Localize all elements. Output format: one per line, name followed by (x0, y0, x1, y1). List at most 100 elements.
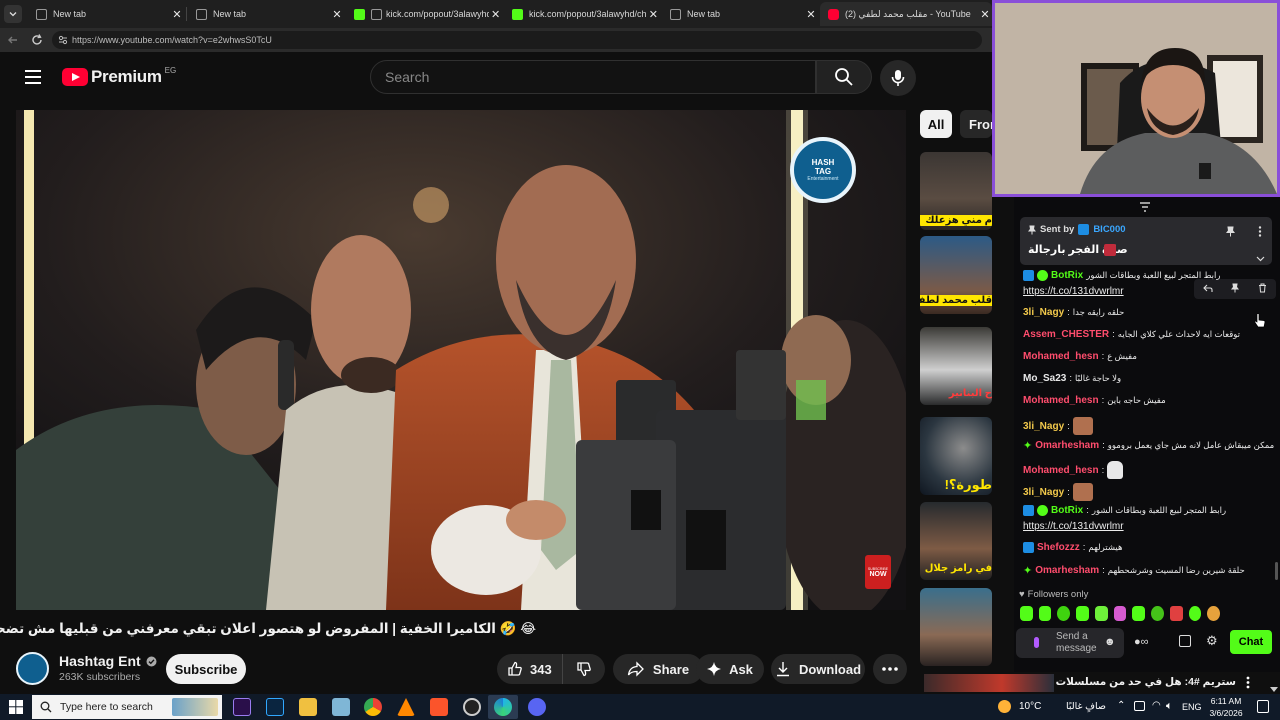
chip-from[interactable]: From (960, 110, 992, 138)
emote-icon[interactable] (1188, 606, 1202, 621)
site-info-icon[interactable] (58, 35, 68, 45)
close-icon[interactable]: ✕ (489, 8, 502, 21)
chat-scrollbar[interactable] (1275, 562, 1278, 580)
chrome-icon[interactable] (364, 698, 382, 716)
share-button[interactable]: Share (613, 654, 703, 684)
channel-name[interactable]: Hashtag Ent (59, 653, 157, 669)
weather-icon[interactable] (998, 700, 1011, 713)
app-icon[interactable] (332, 698, 350, 716)
clock[interactable]: 6:11 AM 3/6/2026 (1206, 695, 1246, 719)
tab-list-button[interactable] (4, 5, 22, 23)
emote-icon[interactable] (1038, 606, 1052, 621)
close-icon[interactable]: ✕ (170, 8, 184, 21)
notification-icon[interactable] (1257, 700, 1269, 713)
recommended-video-thumbnail[interactable]: طورة؟! (920, 417, 992, 495)
emote-icon[interactable] (1057, 606, 1071, 621)
close-icon[interactable]: ✕ (804, 8, 818, 21)
wifi-icon[interactable]: ◠ (1152, 700, 1161, 711)
chat-message: Assem_CHESTER: توقعات ايه لاحداث علي كلا… (1023, 329, 1241, 340)
recommended-video-thumbnail[interactable]: ح البنانير (920, 327, 992, 405)
browser-tab[interactable]: kick.com/popout/3alawyhd/c ✕ (346, 2, 502, 26)
browser-tab[interactable]: kick.com/popout/3alawyhd/chat ✕ (504, 2, 660, 26)
emote-icon[interactable] (1132, 606, 1146, 621)
emoji-icon[interactable]: ☻ (1104, 636, 1116, 648)
more-vertical-icon[interactable] (1246, 676, 1250, 694)
emote-icon[interactable] (1076, 606, 1089, 621)
browser-tab[interactable]: New tab ✕ (188, 2, 344, 26)
discord-icon[interactable] (528, 698, 546, 716)
chat-send-button[interactable]: Chat (1230, 630, 1272, 654)
menu-icon[interactable] (24, 69, 42, 85)
brave-icon[interactable] (430, 698, 448, 716)
taskbar-search-input[interactable]: Type here to search (32, 695, 222, 719)
recommended-video-thumbnail[interactable]: م مني هزعلك (920, 152, 992, 230)
premiere-pro-icon[interactable] (233, 698, 251, 716)
back-button[interactable] (6, 33, 20, 47)
dislike-button[interactable] (563, 654, 605, 684)
download-button[interactable]: Download (771, 654, 865, 684)
subscribe-now-badge: SUBSCRIBE NOW (865, 555, 891, 589)
tray-chevron-icon[interactable]: ⌃ (1117, 700, 1125, 711)
chat-link[interactable]: https://t.co/131dvwrlmr (1023, 286, 1124, 297)
delete-icon[interactable] (1258, 280, 1267, 298)
close-icon[interactable]: ✕ (978, 8, 992, 21)
store-icon[interactable] (1179, 635, 1191, 647)
expand-chevron-icon[interactable] (1256, 249, 1265, 267)
close-icon[interactable]: ✕ (330, 8, 344, 21)
search-button[interactable] (816, 60, 872, 94)
search-icon (835, 68, 853, 86)
send-message-input[interactable]: Send a message ☻ (1016, 628, 1124, 658)
more-actions-button[interactable] (873, 654, 907, 684)
browser-tab-active[interactable]: (2) مقلب محمد لطفي - YouTube ✕ (820, 2, 992, 26)
microphone-icon[interactable] (1034, 637, 1039, 648)
chat-link[interactable]: https://t.co/131dvwrlmr (1023, 521, 1124, 532)
chat-filter-icon[interactable] (1139, 199, 1151, 212)
recommended-video-thumbnail[interactable] (920, 588, 992, 666)
kick-logo-icon (354, 8, 365, 20)
weather-temp[interactable]: 10°C (1019, 701, 1041, 712)
network-icon[interactable] (1134, 701, 1145, 711)
chip-all[interactable]: All (920, 110, 952, 138)
browser-tab[interactable]: New tab ✕ (28, 2, 184, 26)
emote-icon[interactable] (1094, 606, 1108, 621)
emote-icon[interactable] (1207, 606, 1221, 621)
emote-icon[interactable] (1020, 606, 1033, 621)
recommended-video-thumbnail[interactable]: في رامز جلال (920, 502, 992, 580)
ticker-title[interactable]: ستريم #4: هل في حد من مسلسلات النص (1056, 676, 1236, 688)
pin-toggle-icon[interactable] (1226, 224, 1235, 242)
subscribe-button[interactable]: Subscribe (166, 654, 246, 684)
more-vertical-icon[interactable] (1258, 224, 1262, 242)
settings-gear-icon[interactable]: ⚙ (1206, 633, 1218, 649)
chat-tools-icon[interactable]: ●∞ (1134, 636, 1149, 648)
emote-icon[interactable] (1151, 606, 1164, 621)
windows-start-icon[interactable] (9, 700, 23, 714)
browser-tab[interactable]: New tab ✕ (662, 2, 818, 26)
obs-icon[interactable] (463, 698, 481, 716)
recommended-video-thumbnail[interactable]: قلب محمد لطفي (920, 236, 992, 314)
url-field[interactable]: https://www.youtube.com/watch?v=e2whwsS0… (52, 31, 982, 49)
youtube-premium-logo[interactable]: Premium EG (62, 66, 176, 88)
search-input[interactable]: Search (370, 60, 816, 94)
verified-icon (146, 656, 157, 666)
ask-button[interactable]: Ask (696, 654, 764, 684)
pin-message-icon[interactable] (1231, 280, 1240, 298)
input-language[interactable]: ENG (1182, 702, 1202, 712)
emote-icon[interactable] (1113, 606, 1127, 621)
close-icon[interactable]: ✕ (647, 8, 660, 21)
edge-icon[interactable] (488, 695, 518, 719)
emote-icon[interactable] (1169, 606, 1183, 621)
like-dislike-group: 343 (497, 654, 605, 684)
reload-button[interactable] (30, 33, 44, 47)
youtube-logo-icon (62, 68, 88, 86)
ticker-thumbnail[interactable] (924, 674, 1054, 692)
reply-icon[interactable] (1203, 280, 1213, 298)
photoshop-icon[interactable] (266, 698, 284, 716)
channel-avatar[interactable] (16, 652, 49, 685)
vlc-icon[interactable] (397, 698, 415, 716)
voice-search-button[interactable] (880, 60, 916, 96)
file-explorer-icon[interactable] (299, 698, 317, 716)
weather-condition[interactable]: صافٍ غالبًا (1066, 701, 1106, 712)
volume-icon[interactable]: 🔈︎ (1166, 700, 1173, 713)
video-player[interactable]: HASH TAG Entertainment SUBSCRIBE NOW (16, 110, 906, 610)
like-button[interactable]: 343 (497, 654, 563, 684)
